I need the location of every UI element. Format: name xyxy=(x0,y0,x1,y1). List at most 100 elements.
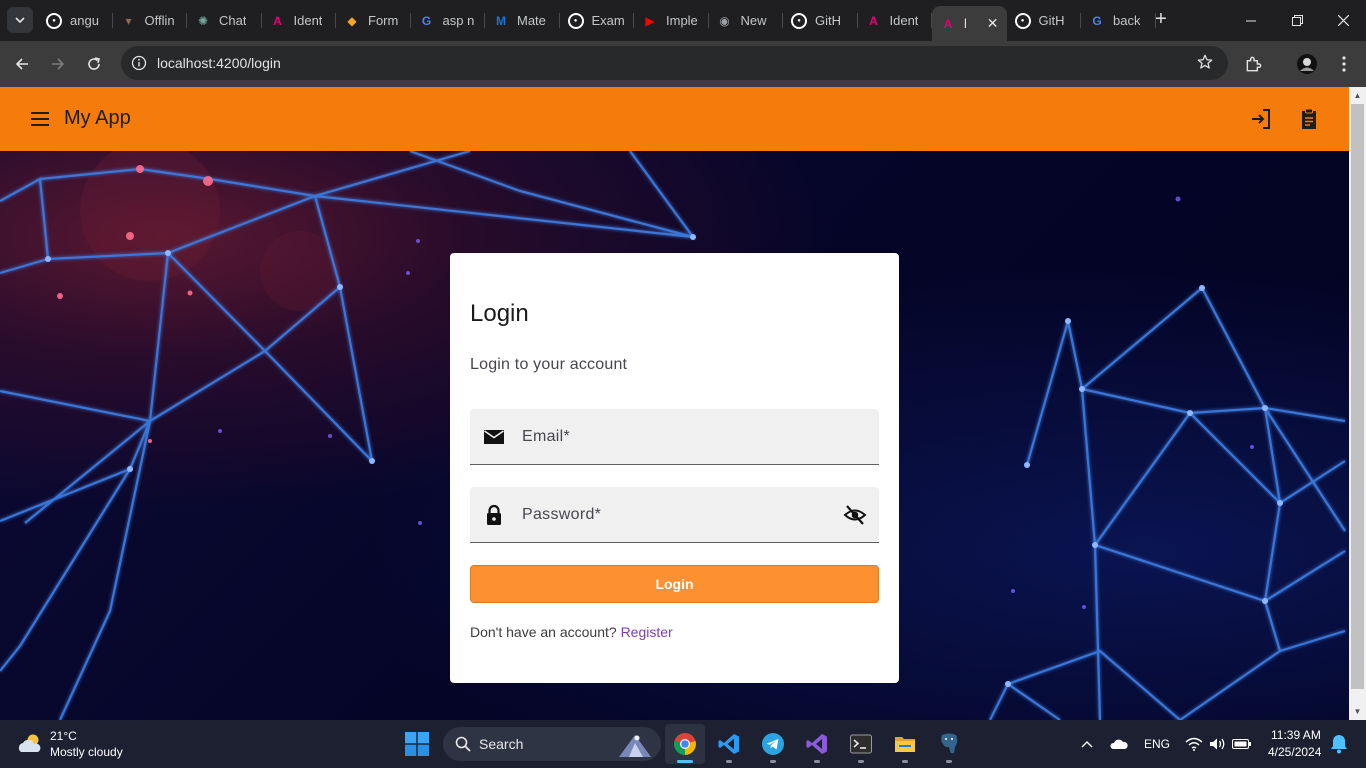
new-tab-button[interactable]: + xyxy=(1150,9,1172,31)
language-indicator[interactable]: ENG xyxy=(1139,720,1175,768)
browser-tab[interactable]: M Mate xyxy=(485,0,560,41)
taskbar-visual-studio[interactable] xyxy=(797,724,837,764)
browser-toolbar: localhost:4200/login xyxy=(0,41,1366,87)
page-scrollbar[interactable]: ▲ ▼ xyxy=(1349,87,1366,720)
page-viewport: My App Login Login to your account Email… xyxy=(0,87,1349,720)
running-indicator xyxy=(726,760,732,763)
app-title: My App xyxy=(64,107,131,129)
active-indicator xyxy=(677,760,693,763)
chevron-up-icon xyxy=(1081,741,1093,748)
cloudy-weather-icon[interactable] xyxy=(16,732,44,754)
taskbar-postgres[interactable] xyxy=(929,724,969,764)
volume-icon[interactable] xyxy=(1207,720,1229,768)
vscode-icon xyxy=(718,734,739,754)
email-field[interactable]: Email* xyxy=(470,409,879,465)
register-link[interactable]: Register xyxy=(621,624,673,640)
running-indicator xyxy=(902,760,908,763)
visibility-off-icon[interactable] xyxy=(843,503,867,527)
browser-tab[interactable]: ◉ New xyxy=(709,0,784,41)
minimize-button[interactable] xyxy=(1228,0,1274,41)
tab-title: GitH xyxy=(1038,13,1065,28)
browser-tab[interactable]: ● GitH xyxy=(1007,0,1082,41)
clock-date[interactable]: 4/25/2024 xyxy=(1268,745,1321,759)
search-icon xyxy=(455,736,471,752)
bookmark-star-icon[interactable] xyxy=(1196,53,1214,76)
tab-title: l xyxy=(964,16,967,31)
taskbar-search[interactable]: Search xyxy=(443,727,661,761)
browser-tab[interactable]: Gback xyxy=(1081,0,1156,41)
profile-avatar-icon[interactable] xyxy=(1295,52,1319,76)
search-label: Search xyxy=(479,736,524,752)
reload-icon xyxy=(88,57,100,70)
taskbar-file-explorer[interactable] xyxy=(885,724,925,764)
show-hidden-icons-button[interactable] xyxy=(1077,720,1097,768)
scroll-down-arrow-icon[interactable]: ▼ xyxy=(1353,707,1362,716)
browser-tab-active[interactable]: Al ✕ xyxy=(932,6,1007,41)
weather-description: Mostly cloudy xyxy=(50,745,123,759)
reload-button[interactable] xyxy=(82,52,106,76)
extensions-icon[interactable] xyxy=(1242,52,1266,76)
github-icon: ● xyxy=(1014,12,1031,29)
lock-icon xyxy=(487,504,501,525)
browser-tab[interactable]: A Ident xyxy=(262,0,337,41)
taskbar-terminal[interactable] xyxy=(841,724,881,764)
email-icon xyxy=(484,430,504,444)
youtube-icon: ▶ xyxy=(645,13,655,28)
close-tab-icon[interactable]: ✕ xyxy=(987,15,999,32)
address-bar[interactable]: localhost:4200/login xyxy=(121,46,1228,80)
hamburger-menu-icon[interactable] xyxy=(28,107,52,131)
tab-search-button[interactable] xyxy=(7,7,33,33)
clock-time[interactable]: 11:39 AM xyxy=(1271,728,1321,742)
browser-tab[interactable]: ✺ Chat xyxy=(187,0,262,41)
windows-start-icon[interactable] xyxy=(405,732,429,756)
scroll-up-arrow-icon[interactable]: ▲ xyxy=(1353,91,1362,100)
tab-title: Exam xyxy=(591,13,625,28)
browser-menu-icon[interactable] xyxy=(1332,52,1356,76)
github-icon: ● xyxy=(791,12,807,29)
tab-title: angu xyxy=(70,13,99,28)
browser-tab[interactable]: ● Exam xyxy=(560,0,635,41)
taskbar-vscode[interactable] xyxy=(709,724,749,764)
browser-tab[interactable]: ● GitH xyxy=(783,0,858,41)
clipboard-icon[interactable] xyxy=(1297,107,1321,131)
taskbar-chrome[interactable] xyxy=(665,724,705,764)
login-card: Login Login to your account Email* Passw… xyxy=(450,253,899,683)
chrome-icon: ◉ xyxy=(719,13,730,28)
notification-bell-icon[interactable] xyxy=(1330,734,1348,754)
battery-icon[interactable] xyxy=(1231,720,1253,768)
tab-title: Ident xyxy=(889,13,919,28)
no-account-text: Don't have an account? xyxy=(470,624,617,640)
site-info-icon[interactable] xyxy=(129,53,149,73)
password-label: Password* xyxy=(522,506,602,523)
browser-tab[interactable]: ▾ Offlin xyxy=(113,0,188,41)
login-icon[interactable] xyxy=(1249,107,1273,131)
postgres-icon xyxy=(941,733,958,754)
tab-list: ● angu ▾ Offlin ✺ Chat A Ident ◆ Form Gasp n M Mate ●… xyxy=(38,0,1156,41)
onedrive-icon[interactable] xyxy=(1107,720,1131,768)
email-label: Email* xyxy=(522,428,571,445)
browser-tab[interactable]: Gasp n xyxy=(411,0,486,41)
wifi-icon[interactable] xyxy=(1183,720,1205,768)
scrollbar-thumb[interactable] xyxy=(1351,104,1364,689)
shield-icon: ◆ xyxy=(347,13,357,28)
arrow-right-icon xyxy=(52,58,65,70)
browser-tab[interactable]: ◆ Form xyxy=(336,0,411,41)
google-icon: G xyxy=(421,13,432,28)
forward-button[interactable] xyxy=(46,52,70,76)
back-button[interactable] xyxy=(10,52,34,76)
taskbar-telegram[interactable] xyxy=(753,724,793,764)
close-window-button[interactable] xyxy=(1320,0,1366,41)
browser-tab[interactable]: A Ident xyxy=(858,0,933,41)
search-highlight-image xyxy=(619,735,651,757)
chatgpt-icon: ✺ xyxy=(197,13,209,28)
restore-icon xyxy=(1291,15,1303,26)
browser-tab[interactable]: ▶ Imple xyxy=(634,0,709,41)
angular-icon: A xyxy=(943,16,953,31)
chevron-down-icon xyxy=(15,17,25,24)
mui-icon: M xyxy=(496,13,506,28)
password-field[interactable]: Password* xyxy=(470,487,879,543)
google-icon: G xyxy=(1092,13,1102,28)
browser-tab[interactable]: ● angu xyxy=(38,0,113,41)
login-submit-button[interactable]: Login xyxy=(470,565,879,603)
restore-button[interactable] xyxy=(1274,0,1320,41)
